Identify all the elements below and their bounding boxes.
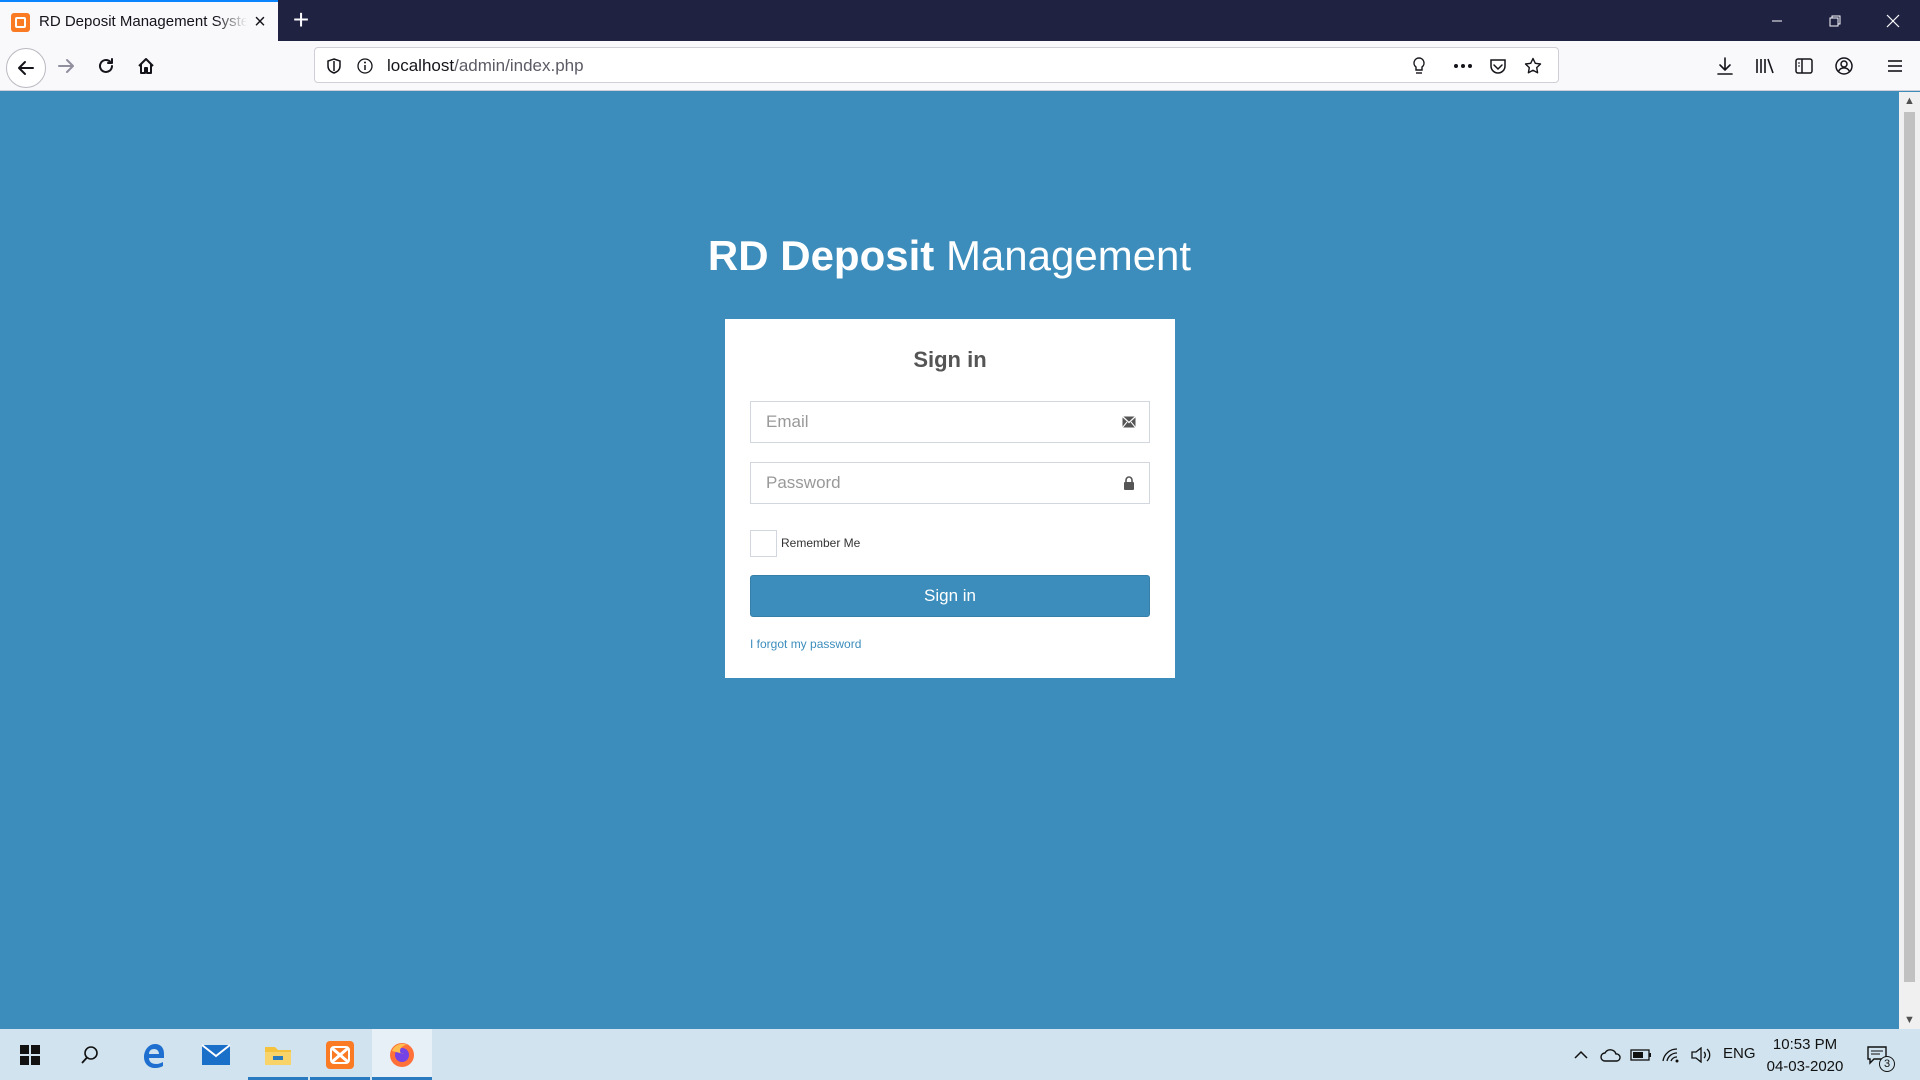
- taskbar-file-explorer[interactable]: [248, 1029, 308, 1080]
- clock-time: 10:53 PM: [1772, 1036, 1838, 1053]
- browser-toolbar: localhost/admin/index.php: [0, 41, 1920, 91]
- restore-button[interactable]: [1812, 0, 1858, 41]
- app-menu-button[interactable]: [1881, 52, 1909, 80]
- downloads-button[interactable]: [1711, 52, 1739, 80]
- browser-titlebar: RD Deposit Management System × +: [0, 0, 1920, 41]
- url-text: localhost/admin/index.php: [387, 56, 584, 76]
- start-button[interactable]: [0, 1029, 60, 1080]
- tracking-protection-shield-icon[interactable]: [322, 54, 346, 78]
- minimize-button[interactable]: [1754, 0, 1800, 41]
- scroll-up-arrow-icon[interactable]: ▲: [1899, 92, 1920, 110]
- url-host: localhost: [387, 56, 455, 75]
- page-actions-menu-icon[interactable]: [1451, 54, 1475, 78]
- login-box: Sign in Remember Me Sign in I forgot my …: [725, 319, 1175, 678]
- home-icon: [138, 58, 154, 74]
- system-clock[interactable]: 10:53 PM 04-03-2020: [1760, 1034, 1850, 1078]
- wifi-icon[interactable]: [1660, 1044, 1682, 1066]
- remember-me-row: Remember Me: [750, 529, 860, 557]
- search-icon: [81, 1045, 98, 1064]
- firefox-icon: [390, 1042, 414, 1067]
- volume-icon[interactable]: [1690, 1044, 1712, 1066]
- windows-taskbar: ENG 10:53 PM 04-03-2020 3: [0, 1029, 1920, 1080]
- scroll-thumb[interactable]: [1904, 112, 1915, 982]
- edge-browser-icon: [144, 1043, 164, 1068]
- taskbar-firefox[interactable]: [372, 1029, 432, 1080]
- site-info-icon[interactable]: [353, 54, 377, 78]
- clock-date: 04-03-2020: [1766, 1058, 1844, 1075]
- lightbulb-icon[interactable]: [1407, 54, 1431, 78]
- taskbar-edge[interactable]: [124, 1029, 184, 1080]
- remember-me-checkbox[interactable]: [750, 529, 777, 557]
- page-content: RD Deposit Management Sign in Remember M…: [0, 92, 1899, 1029]
- windows-logo-icon: [20, 1044, 40, 1065]
- forward-button[interactable]: [50, 50, 82, 82]
- reload-button[interactable]: [90, 50, 122, 82]
- bookmark-star-icon[interactable]: [1521, 54, 1545, 78]
- email-field[interactable]: [750, 401, 1150, 443]
- input-language[interactable]: ENG: [1723, 1045, 1756, 1062]
- library-icon: [1756, 58, 1774, 74]
- arrow-right-icon: [58, 59, 74, 73]
- url-path: /admin/index.php: [454, 56, 584, 75]
- home-button[interactable]: [130, 50, 162, 82]
- search-button[interactable]: [60, 1029, 120, 1080]
- xampp-icon: [326, 1040, 354, 1069]
- sidebar-icon: [1795, 58, 1813, 74]
- reload-icon: [99, 58, 113, 73]
- close-window-button[interactable]: [1870, 0, 1916, 41]
- browser-tab-active[interactable]: RD Deposit Management System ×: [0, 0, 278, 41]
- scroll-down-arrow-icon[interactable]: ▼: [1899, 1011, 1920, 1029]
- show-hidden-icons-chevron-icon[interactable]: [1570, 1044, 1592, 1066]
- forgot-password-link[interactable]: I forgot my password: [750, 637, 861, 651]
- battery-icon[interactable]: [1630, 1044, 1652, 1066]
- password-input[interactable]: [751, 463, 1149, 503]
- library-button[interactable]: [1751, 52, 1779, 80]
- tab-close-icon[interactable]: ×: [250, 10, 270, 34]
- hamburger-menu-icon: [1888, 60, 1902, 72]
- account-icon: [1835, 57, 1853, 75]
- password-field[interactable]: [750, 462, 1150, 504]
- back-button[interactable]: [6, 48, 46, 88]
- login-title: Sign in: [913, 347, 987, 372]
- address-bar[interactable]: localhost/admin/index.php: [314, 47, 1559, 83]
- account-button[interactable]: [1830, 52, 1858, 80]
- download-icon: [1717, 57, 1733, 75]
- taskbar-xampp[interactable]: [310, 1029, 370, 1080]
- mail-icon: [201, 1043, 231, 1065]
- logo-light-text: Management: [945, 232, 1192, 279]
- app-logo: RD Deposit Management: [0, 232, 1899, 280]
- taskbar-mail[interactable]: [186, 1029, 246, 1080]
- logo-bold-text: RD Deposit: [707, 232, 935, 279]
- arrow-left-icon: [18, 61, 34, 75]
- envelope-icon: [1121, 414, 1137, 430]
- folder-icon: [265, 1046, 291, 1065]
- sign-in-button[interactable]: Sign in: [750, 575, 1150, 617]
- page-scrollbar[interactable]: ▲ ▼: [1899, 92, 1920, 1029]
- notification-count-badge: 3: [1879, 1056, 1895, 1072]
- xampp-favicon-icon: [11, 13, 30, 32]
- remember-me-label[interactable]: Remember Me: [781, 536, 860, 550]
- lock-icon: [1121, 475, 1137, 491]
- new-tab-button[interactable]: +: [287, 6, 315, 34]
- tab-title: RD Deposit Management System: [39, 13, 247, 30]
- sidebar-toggle-button[interactable]: [1790, 52, 1818, 80]
- email-input[interactable]: [751, 402, 1149, 442]
- pocket-icon[interactable]: [1486, 54, 1510, 78]
- onedrive-cloud-icon[interactable]: [1600, 1044, 1622, 1066]
